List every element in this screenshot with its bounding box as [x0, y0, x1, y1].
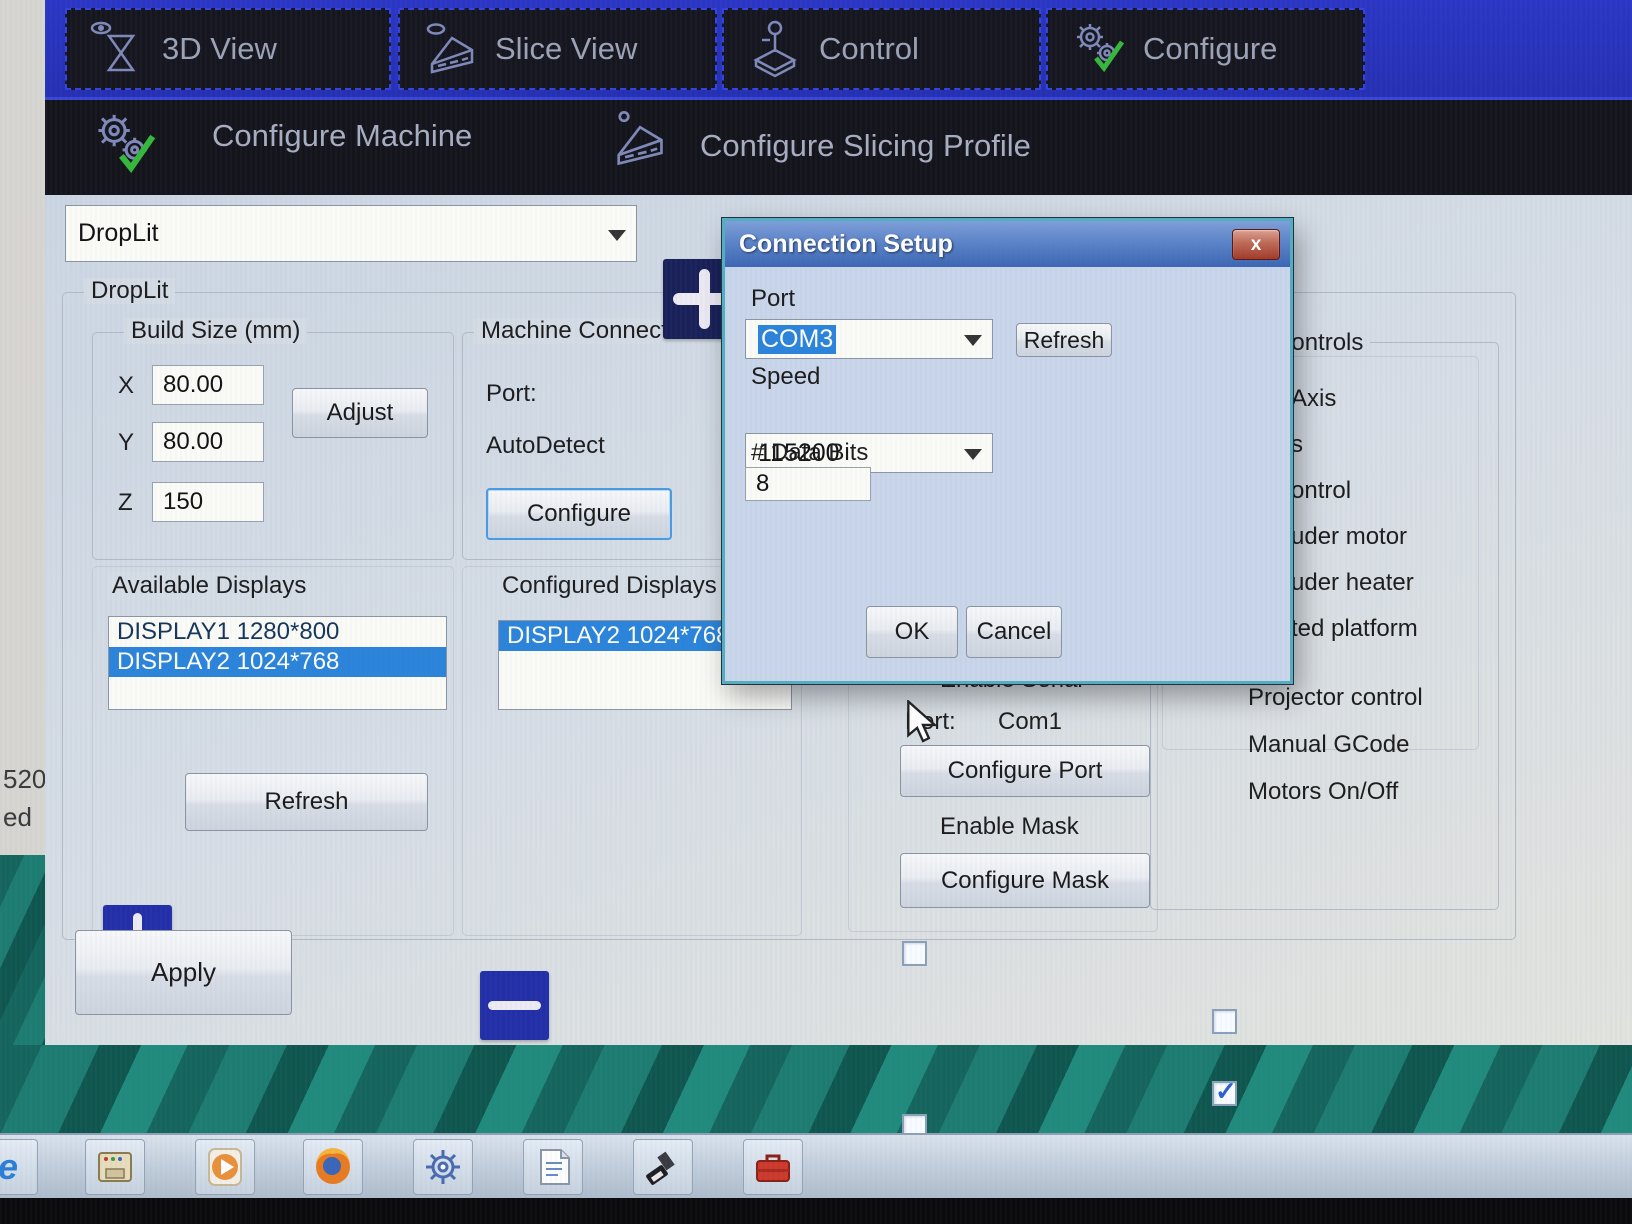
taskbar: e — [0, 1133, 1632, 1198]
dialog-port-value: COM3 — [758, 325, 836, 354]
x-label: X — [118, 372, 134, 400]
configure-connection-button[interactable]: Configure — [486, 488, 672, 540]
y-size-field[interactable]: 80.00 — [152, 422, 264, 462]
tab-label: 3D View — [162, 31, 277, 67]
port-label: Port: — [486, 380, 537, 408]
dvi-cable-icon[interactable] — [633, 1139, 693, 1195]
autodetect-label: AutoDetect — [486, 432, 605, 460]
z-size-field[interactable]: 150 — [152, 482, 264, 522]
dialog-speed-label: Speed — [751, 363, 820, 391]
manual-gcode-label: Manual GCode — [1248, 731, 1409, 759]
motors-onoff-label: Motors On/Off — [1248, 778, 1398, 806]
available-displays-label: Available Displays — [108, 572, 310, 600]
cake-slice-icon — [608, 108, 670, 175]
connection-setup-dialog: Connection Setup x Port COM3 Refresh Spe… — [722, 218, 1293, 684]
ok-button[interactable]: OK — [866, 606, 958, 658]
configured-displays-label: Configured Displays — [498, 572, 721, 600]
gears-check-icon — [1070, 20, 1128, 86]
machine-profile-select[interactable]: DropLit — [65, 205, 637, 262]
enable-mask-label: Enable Mask — [940, 813, 1079, 841]
tab-3d-view[interactable]: 3D View — [65, 8, 391, 90]
cancel-button[interactable]: Cancel — [966, 606, 1062, 658]
occluded-checkbox-label: ontrol — [1291, 477, 1351, 505]
desktop-wallpaper — [0, 1045, 1632, 1145]
occluded-checkbox-label: ted platform — [1291, 615, 1418, 643]
projector-control-checkbox[interactable] — [1212, 1009, 1237, 1034]
occluded-checkbox-label: Axis — [1291, 385, 1336, 413]
list-item[interactable]: DISPLAY1 1280*800 — [109, 617, 446, 647]
available-displays-list[interactable]: DISPLAY1 1280*800 DISPLAY2 1024*768 — [108, 616, 447, 710]
chevron-down-icon — [964, 449, 982, 460]
configure-port-button[interactable]: Configure Port — [900, 745, 1150, 797]
enable-serial-checkbox[interactable] — [902, 941, 927, 966]
close-icon[interactable]: x — [1232, 229, 1280, 260]
list-item-selected[interactable]: DISPLAY2 1024*768 — [109, 647, 446, 677]
machine-profile-value: DropLit — [78, 219, 159, 248]
cake-slice-icon — [422, 20, 480, 86]
background-text-fragment: ed — [3, 802, 32, 833]
dialog-title: Connection Setup — [739, 230, 953, 259]
dialog-databits-field[interactable]: 8 — [745, 467, 871, 501]
subtab-configure-machine[interactable]: Configure Machine — [212, 118, 472, 154]
joystick-icon — [746, 20, 804, 86]
x-size-value: 80.00 — [163, 371, 223, 399]
adjust-button[interactable]: Adjust — [292, 388, 428, 438]
file-manager-icon[interactable] — [85, 1139, 145, 1195]
x-size-field[interactable]: 80.00 — [152, 365, 264, 405]
remove-display-button[interactable] — [480, 971, 549, 1040]
projector-control-label: Projector control — [1248, 684, 1423, 712]
configure-mask-button[interactable]: Configure Mask — [900, 853, 1150, 908]
eye-hourglass-icon — [89, 20, 147, 86]
firefox-icon[interactable] — [303, 1139, 363, 1195]
monitor-bezel — [0, 1196, 1632, 1224]
chevron-down-icon — [964, 335, 982, 346]
refresh-displays-button[interactable]: Refresh — [185, 773, 428, 831]
serial-port-label: Port: — [905, 708, 956, 736]
dialog-port-label: Port — [751, 285, 795, 313]
tab-configure[interactable]: Configure — [1046, 8, 1365, 90]
ie-glyph: e — [0, 1146, 18, 1188]
build-size-label: Build Size (mm) — [124, 318, 307, 344]
occluded-checkbox-label: uder heater — [1291, 569, 1414, 597]
droplit-group-label: DropLit — [84, 278, 175, 304]
tab-label: Control — [819, 31, 919, 67]
internet-explorer-icon[interactable]: e — [0, 1139, 38, 1195]
photographed-screen: 5200 ed 3D View Slice View Co — [0, 0, 1632, 1224]
tab-slice-view[interactable]: Slice View — [398, 8, 717, 90]
tab-label: Slice View — [495, 31, 637, 67]
checkmark: ✓ — [1215, 1076, 1237, 1107]
dialog-title-bar[interactable]: Connection Setup — [725, 221, 1290, 267]
tab-label: Configure — [1143, 31, 1277, 67]
occluded-checkbox-label: uder motor — [1291, 523, 1407, 551]
media-player-icon[interactable] — [195, 1139, 255, 1195]
gears-check-icon — [90, 110, 160, 185]
dialog-databits-value: 8 — [756, 470, 769, 498]
apply-button[interactable]: Apply — [75, 930, 292, 1015]
build-size-groupbox — [92, 332, 454, 560]
manual-gcode-checkbox[interactable]: ✓ — [1212, 1081, 1237, 1106]
subtab-configure-slicing-profile[interactable]: Configure Slicing Profile — [700, 128, 1031, 164]
tab-control[interactable]: Control — [722, 8, 1041, 90]
dialog-port-select[interactable]: COM3 — [745, 319, 993, 359]
notepad-icon[interactable] — [523, 1139, 583, 1195]
dialog-databits-label: # Data Bits — [751, 439, 868, 467]
z-size-value: 150 — [163, 488, 203, 516]
toolbox-icon[interactable] — [743, 1139, 803, 1195]
y-size-value: 80.00 — [163, 428, 223, 456]
chevron-down-icon — [608, 230, 626, 241]
dialog-refresh-button[interactable]: Refresh — [1016, 323, 1112, 357]
y-label: Y — [118, 429, 134, 457]
z-label: Z — [118, 489, 133, 517]
gear-app-icon[interactable] — [413, 1139, 473, 1195]
serial-port-value: Com1 — [998, 708, 1062, 736]
